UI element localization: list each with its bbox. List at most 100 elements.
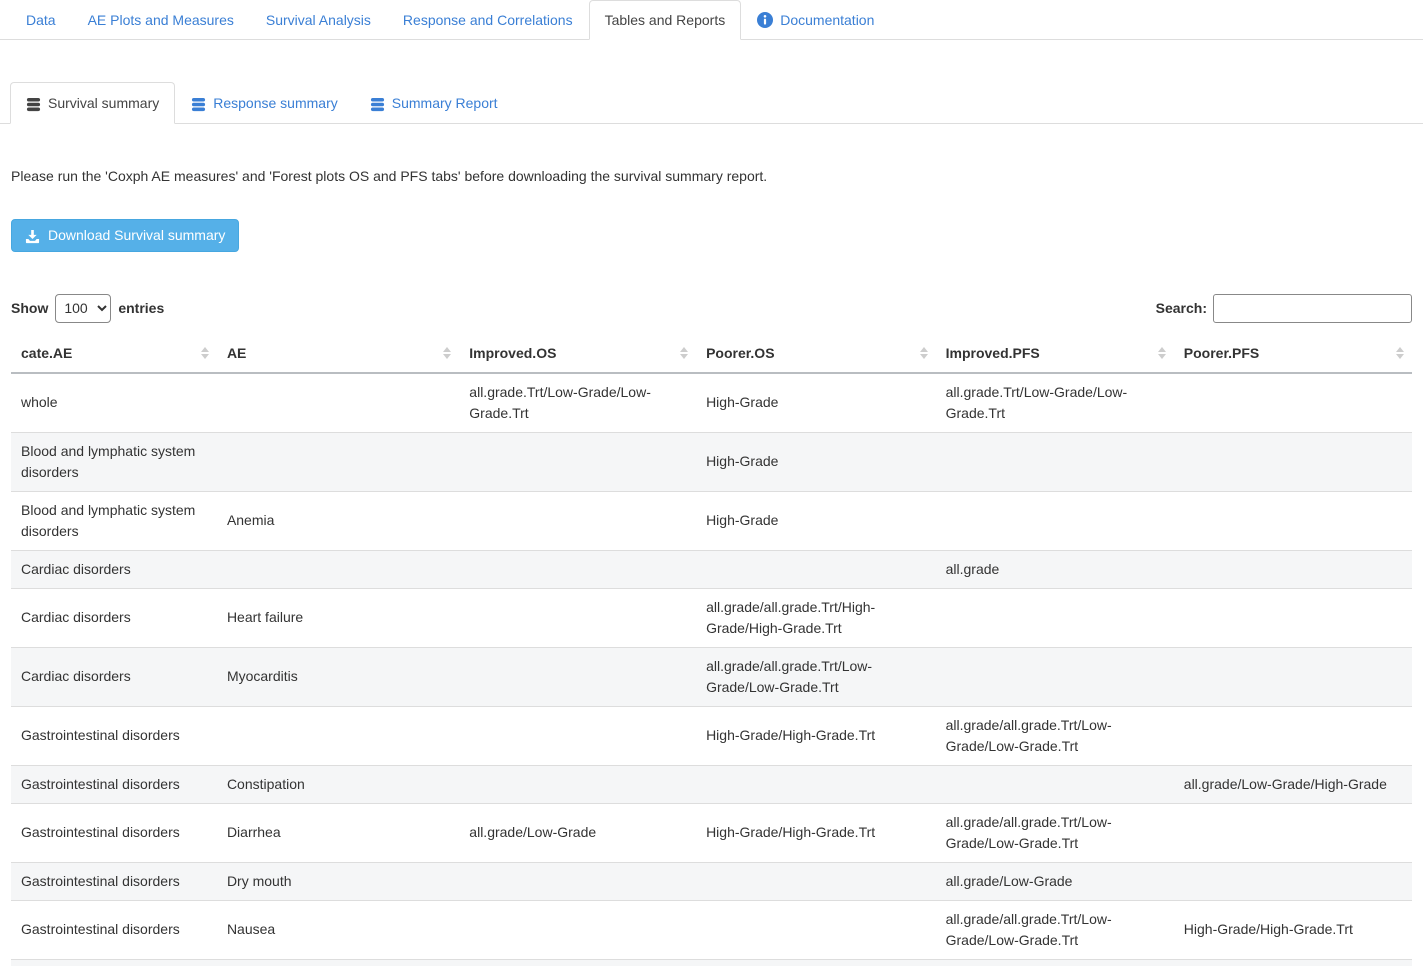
table-row[interactable]: Gastrointestinal disorders Constipation …	[11, 765, 1412, 803]
table-row[interactable]: Cardiac disorders Myocarditis all.grade/…	[11, 647, 1412, 706]
subtab-summary-report-link[interactable]: Summary Report	[354, 82, 514, 124]
report-tab-bar: Survival summary Response summary Summar…	[0, 82, 1423, 124]
tab-label: AE Plots and Measures	[88, 11, 234, 29]
subtab-summary-report[interactable]: Summary Report	[354, 82, 514, 124]
sort-icon[interactable]	[920, 347, 928, 359]
subtab-response-summary-link[interactable]: Response summary	[175, 82, 354, 124]
tab-data-link[interactable]: Data	[10, 0, 72, 40]
entries-label: entries	[118, 300, 164, 316]
subtab-survival-summary[interactable]: Survival summary	[10, 82, 175, 124]
cell-improved-os	[459, 959, 696, 966]
tab-documentation[interactable]: Documentation	[741, 0, 890, 40]
cell-poorer-os: all.grade/all.grade.Trt/High-Grade/High-…	[696, 588, 936, 647]
subtab-response-summary[interactable]: Response summary	[175, 82, 354, 124]
table-row[interactable]: Cardiac disorders Heart failure all.grad…	[11, 588, 1412, 647]
column-header-ae[interactable]: AE	[217, 335, 459, 373]
column-header-cate-ae[interactable]: cate.AE	[11, 335, 217, 373]
cell-ae: Constipation	[217, 765, 459, 803]
column-header-improved-pfs[interactable]: Improved.PFS	[936, 335, 1174, 373]
cell-improved-os	[459, 491, 696, 550]
column-header-poorer-os[interactable]: Poorer.OS	[696, 335, 936, 373]
download-survival-summary-button[interactable]: Download Survival summary	[11, 219, 239, 252]
instruction-text: Please run the 'Coxph AE measures' and '…	[11, 166, 1412, 187]
tab-tables-reports-link[interactable]: Tables and Reports	[589, 0, 742, 40]
cell-improved-pfs	[936, 491, 1174, 550]
cell-poorer-os: High-Grade	[696, 491, 936, 550]
table-row[interactable]: Gastrointestinal disorders High-Grade/Hi…	[11, 706, 1412, 765]
info-circle-icon	[757, 12, 773, 28]
cell-improved-pfs	[936, 765, 1174, 803]
table-row[interactable]: Blood and lymphatic system disorders Hig…	[11, 432, 1412, 491]
tab-label: Documentation	[780, 11, 874, 29]
cell-poorer-pfs	[1174, 373, 1412, 433]
cell-improved-os: all.grade.Trt/Low-Grade/Low-Grade.Trt	[459, 373, 696, 433]
sort-icon[interactable]	[1396, 347, 1404, 359]
cell-poorer-pfs	[1174, 862, 1412, 900]
tab-response-and-correlations[interactable]: Response and Correlations	[387, 0, 589, 40]
search-control: Search:	[1156, 294, 1412, 323]
table-header: cate.AE AE Improved.OS Poorer.OS Improve…	[11, 335, 1412, 373]
cell-improved-pfs	[936, 432, 1174, 491]
subtab-survival-summary-link[interactable]: Survival summary	[10, 82, 175, 124]
table-row[interactable]: Cardiac disorders all.grade	[11, 550, 1412, 588]
tab-label: Response and Correlations	[403, 11, 573, 29]
cell-poorer-pfs	[1174, 588, 1412, 647]
cell-poorer-os: High-Grade/High-Grade.Trt	[696, 959, 936, 966]
cell-poorer-pfs: High-Grade	[1174, 959, 1412, 966]
tab-ae-plots-and-measures[interactable]: AE Plots and Measures	[72, 0, 250, 40]
cell-improved-os	[459, 900, 696, 959]
cell-ae: Anemia	[217, 491, 459, 550]
tab-data[interactable]: Data	[10, 0, 72, 40]
cell-poorer-os	[696, 862, 936, 900]
tab-ae-plots-link[interactable]: AE Plots and Measures	[72, 0, 250, 40]
sort-icon[interactable]	[680, 347, 688, 359]
table-row[interactable]: Gastrointestinal disorders Dry mouth all…	[11, 862, 1412, 900]
cell-ae: Dry mouth	[217, 862, 459, 900]
cell-ae	[217, 550, 459, 588]
column-header-improved-os[interactable]: Improved.OS	[459, 335, 696, 373]
cell-improved-pfs	[936, 959, 1174, 966]
cell-poorer-os: High-Grade	[696, 373, 936, 433]
cell-cate-ae: Gastrointestinal disorders	[11, 803, 217, 862]
cell-poorer-pfs: High-Grade/High-Grade.Trt	[1174, 900, 1412, 959]
cell-ae	[217, 432, 459, 491]
cell-ae	[217, 706, 459, 765]
table-row[interactable]: Gastrointestinal disorders Diarrhea all.…	[11, 803, 1412, 862]
search-label: Search:	[1156, 300, 1207, 316]
page-length-select[interactable]: 100	[55, 294, 111, 323]
cell-poorer-os: High-Grade/High-Grade.Trt	[696, 706, 936, 765]
table-row[interactable]: Blood and lymphatic system disorders Ane…	[11, 491, 1412, 550]
table-row[interactable]: Gastrointestinal disorders Vomiting High…	[11, 959, 1412, 966]
cell-ae: Heart failure	[217, 588, 459, 647]
cell-poorer-os: High-Grade/High-Grade.Trt	[696, 803, 936, 862]
cell-cate-ae: Blood and lymphatic system disorders	[11, 491, 217, 550]
tab-response-correlations-link[interactable]: Response and Correlations	[387, 0, 589, 40]
column-header-label: AE	[227, 345, 246, 361]
search-input[interactable]	[1213, 294, 1412, 323]
cell-improved-pfs: all.grade.Trt/Low-Grade/Low-Grade.Trt	[936, 373, 1174, 433]
column-header-label: Improved.OS	[469, 345, 556, 361]
sort-icon[interactable]	[1158, 347, 1166, 359]
cell-poorer-os: High-Grade	[696, 432, 936, 491]
table-row[interactable]: whole all.grade.Trt/Low-Grade/Low-Grade.…	[11, 373, 1412, 433]
sort-icon[interactable]	[443, 347, 451, 359]
table-controls: Show 100 entries Search:	[11, 294, 1412, 323]
database-icon	[191, 94, 206, 112]
tab-documentation-link[interactable]: Documentation	[741, 0, 890, 40]
sort-icon[interactable]	[201, 347, 209, 359]
tab-survival-analysis-link[interactable]: Survival Analysis	[250, 0, 387, 40]
cell-ae: Diarrhea	[217, 803, 459, 862]
cell-improved-os	[459, 432, 696, 491]
column-header-poorer-pfs[interactable]: Poorer.PFS	[1174, 335, 1412, 373]
cell-cate-ae: Gastrointestinal disorders	[11, 862, 217, 900]
tab-label: Survival Analysis	[266, 11, 371, 29]
cell-improved-pfs: all.grade/all.grade.Trt/Low-Grade/Low-Gr…	[936, 803, 1174, 862]
table-row[interactable]: Gastrointestinal disorders Nausea all.gr…	[11, 900, 1412, 959]
header-row: cate.AE AE Improved.OS Poorer.OS Improve…	[11, 335, 1412, 373]
tab-survival-analysis[interactable]: Survival Analysis	[250, 0, 387, 40]
cell-improved-pfs: all.grade/all.grade.Trt/Low-Grade/Low-Gr…	[936, 900, 1174, 959]
cell-poorer-pfs: all.grade/Low-Grade/High-Grade	[1174, 765, 1412, 803]
cell-poorer-pfs	[1174, 432, 1412, 491]
tab-tables-and-reports[interactable]: Tables and Reports	[589, 0, 742, 40]
cell-cate-ae: whole	[11, 373, 217, 433]
